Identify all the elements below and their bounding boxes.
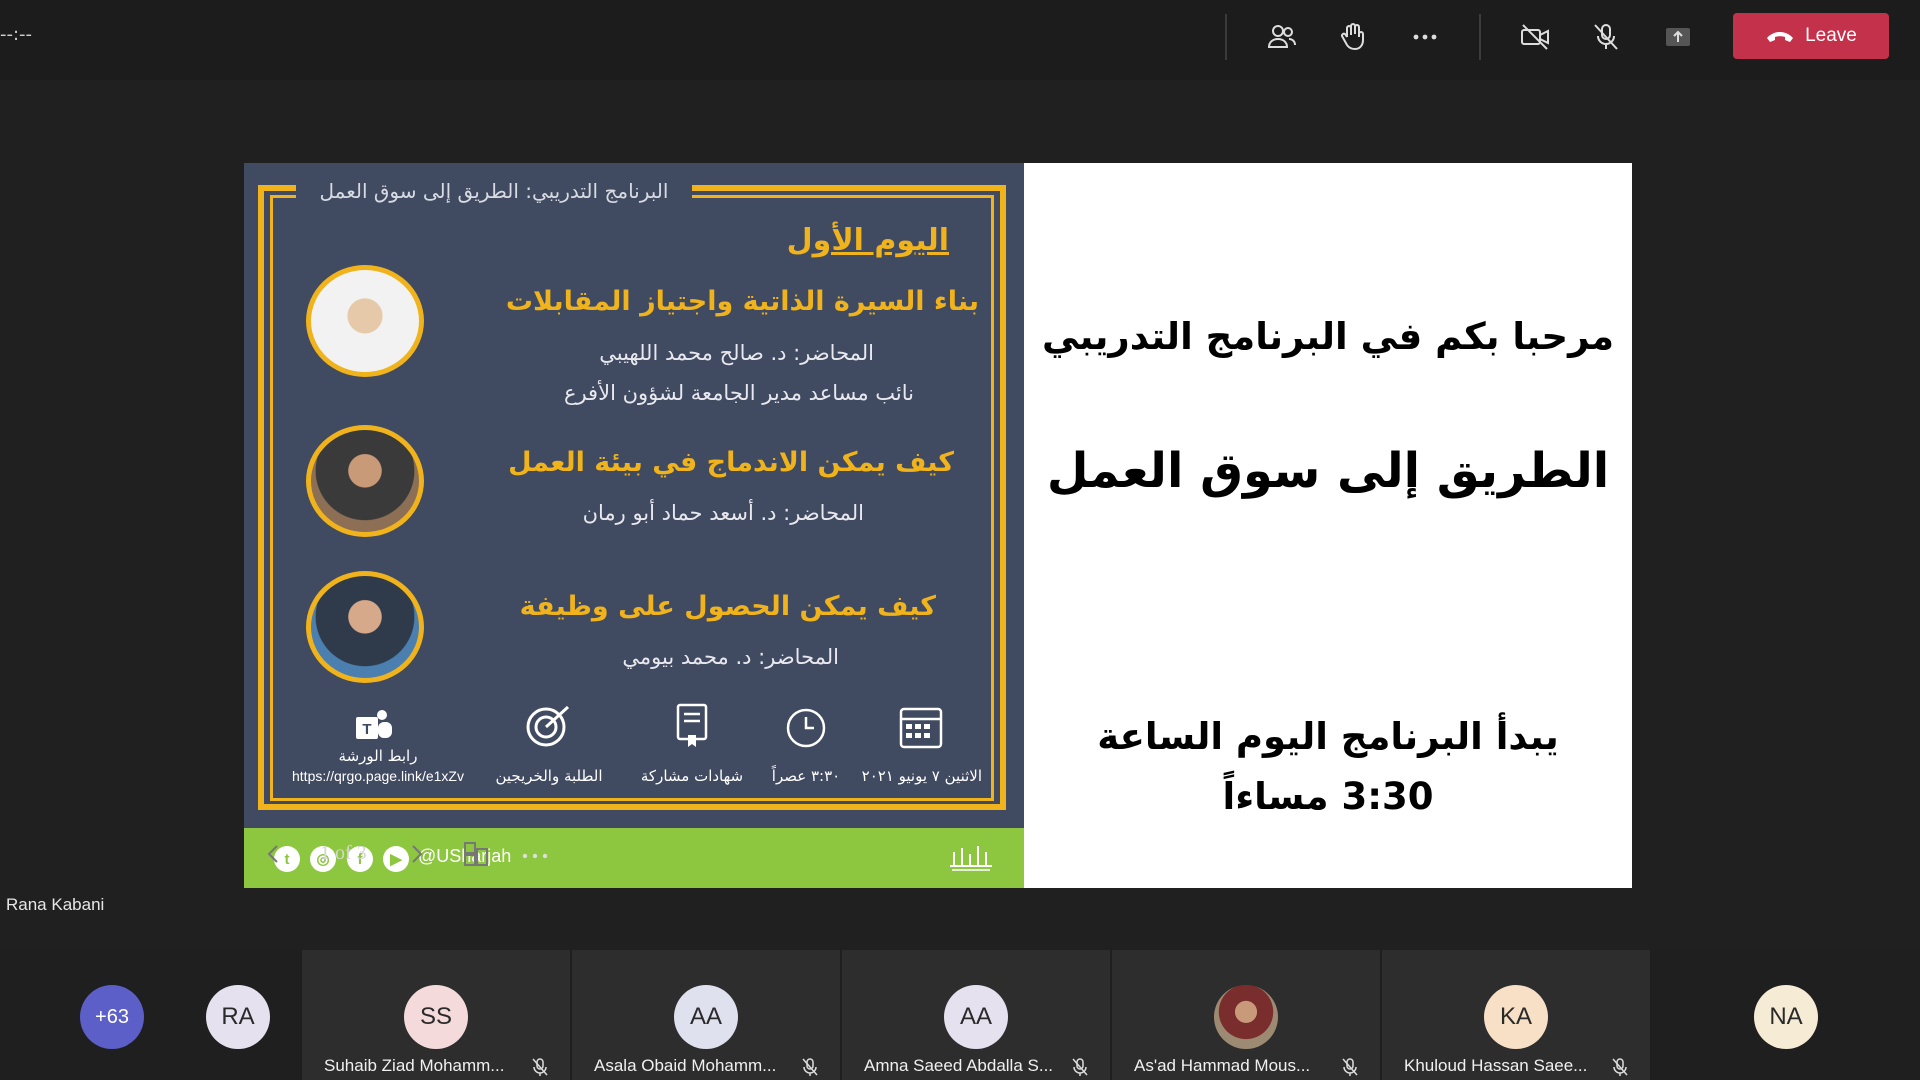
target-icon — [526, 705, 570, 747]
day-title: اليوم الأول — [786, 223, 949, 258]
shared-content-stage: البرنامج التدريبي: الطريق إلى سوق العمل … — [0, 80, 1920, 950]
muted-mic-icon — [802, 1058, 818, 1076]
next-page-icon[interactable] — [404, 842, 428, 866]
raise-hand-button[interactable] — [1333, 20, 1373, 54]
session-lecturer: المحاضر: د. أسعد حماد أبو رمان — [582, 501, 864, 525]
start-time-line: يبدأ البرنامج اليوم الساعة — [1097, 715, 1559, 758]
mic-off-icon — [1594, 24, 1618, 50]
participant-name: Asala Obaid Mohamm... — [594, 1056, 777, 1075]
muted-mic-icon — [1612, 1058, 1628, 1076]
teams-logo-icon: T — [356, 710, 392, 739]
muted-mic-icon — [1072, 1058, 1088, 1076]
participant-avatar: AA — [944, 985, 1008, 1049]
more-actions-button[interactable] — [1405, 20, 1445, 54]
info-certificates: شهادات مشاركة — [640, 767, 744, 785]
university-logo-icon — [950, 846, 992, 871]
participant-tile[interactable]: AA Amna Saeed Abdalla S... — [842, 950, 1110, 1080]
participant-avatar: NA — [1754, 985, 1818, 1049]
welcome-line: مرحبا بكم في البرنامج التدريبي — [1041, 315, 1615, 358]
speaker-photo — [306, 425, 424, 537]
slide-poster: البرنامج التدريبي: الطريق إلى سوق العمل … — [244, 163, 1024, 888]
session-title: كيف يمكن الحصول على وظيفة — [519, 591, 936, 622]
info-time: ٣:٣٠ عصراً — [771, 767, 841, 785]
session-lecturer: المحاضر: د. صالح محمد اللهيبي — [599, 341, 874, 365]
camera-toggle-button[interactable] — [1515, 20, 1555, 54]
participant-avatar: KA — [1484, 985, 1548, 1049]
participant-tile[interactable]: KA Khuloud Hassan Saee... — [1382, 950, 1650, 1080]
participant-avatar: AA — [674, 985, 738, 1049]
info-link-label: رابط الورشة — [338, 747, 418, 765]
raise-hand-icon — [1341, 23, 1364, 51]
meeting-toolbar: --:-- Leave — [0, 0, 1920, 80]
toolbar-divider — [1225, 14, 1227, 60]
share-tray-button[interactable] — [1658, 20, 1698, 54]
calendar-icon — [899, 707, 943, 749]
leave-button[interactable]: Leave — [1733, 13, 1889, 59]
more-icon — [1413, 34, 1437, 40]
muted-mic-icon — [532, 1058, 548, 1076]
camera-off-icon — [1521, 24, 1549, 50]
toolbar-divider — [1479, 14, 1481, 60]
meeting-timer: --:-- — [0, 24, 33, 45]
session-title: كيف يمكن الاندماج في بيئة العمل — [508, 447, 954, 478]
page-indicator: 1 of 3 — [320, 842, 367, 864]
info-date: الاثنين ٧ يونيو ٢٠٢١ — [861, 767, 982, 785]
speaker-photo — [306, 571, 424, 683]
participants-button[interactable] — [1261, 20, 1301, 54]
leave-label: Leave — [1805, 25, 1857, 46]
participant-name: Amna Saeed Abdalla S... — [864, 1056, 1054, 1075]
grid-view-icon[interactable] — [462, 840, 490, 868]
participant-tile[interactable]: AA Asala Obaid Mohamm... — [572, 950, 840, 1080]
mic-toggle-button[interactable] — [1586, 20, 1626, 54]
welcome-program-name: الطريق إلى سوق العمل — [1046, 443, 1610, 499]
clock-icon — [786, 708, 826, 748]
session-title: بناء السيرة الذاتية واجتياز المقابلات — [505, 286, 979, 317]
start-time-value: 3:30 مساءاً — [1222, 775, 1434, 818]
participant-name: Khuloud Hassan Saee... — [1404, 1056, 1588, 1075]
previous-page-icon[interactable] — [262, 842, 286, 866]
presenter-name: Rana Kabani — [6, 895, 105, 914]
info-audience: الطلبة والخريجين — [495, 767, 603, 785]
pager-more-icon[interactable] — [520, 842, 550, 866]
participant-avatar: SS — [404, 985, 468, 1049]
participant-tile[interactable]: As'ad Hammad Mous... — [1112, 950, 1380, 1080]
participant-tile[interactable]: SS Suhaib Ziad Mohamm... — [302, 950, 570, 1080]
overflow-participants-button[interactable]: +63 — [80, 985, 144, 1049]
slide-welcome-panel: مرحبا بكم في البرنامج التدريبي الطريق إل… — [1024, 163, 1632, 888]
participant-name: Suhaib Ziad Mohamm... — [324, 1056, 505, 1075]
svg-text:T: T — [362, 721, 371, 738]
share-tray-icon — [1666, 28, 1690, 46]
info-link-url: https://qrgo.page.link/e1xZv — [292, 768, 464, 784]
certificate-icon — [676, 703, 708, 747]
participant-photo — [1214, 985, 1278, 1049]
participant-tile[interactable]: NA — [1652, 950, 1920, 1080]
participant-name: As'ad Hammad Mous... — [1134, 1056, 1311, 1075]
phone-hangup-icon — [1767, 32, 1794, 42]
participants-icon — [1267, 25, 1296, 48]
participant-avatar[interactable]: RA — [206, 985, 270, 1049]
muted-mic-icon — [1342, 1058, 1358, 1076]
speaker-photo — [306, 265, 424, 377]
session-lecturer: المحاضر: د. محمد بيومي — [622, 645, 839, 669]
session-role: نائب مساعد مدير الجامعة لشؤون الأفرع — [563, 381, 914, 405]
program-title: البرنامج التدريبي: الطريق إلى سوق العمل — [319, 179, 669, 203]
